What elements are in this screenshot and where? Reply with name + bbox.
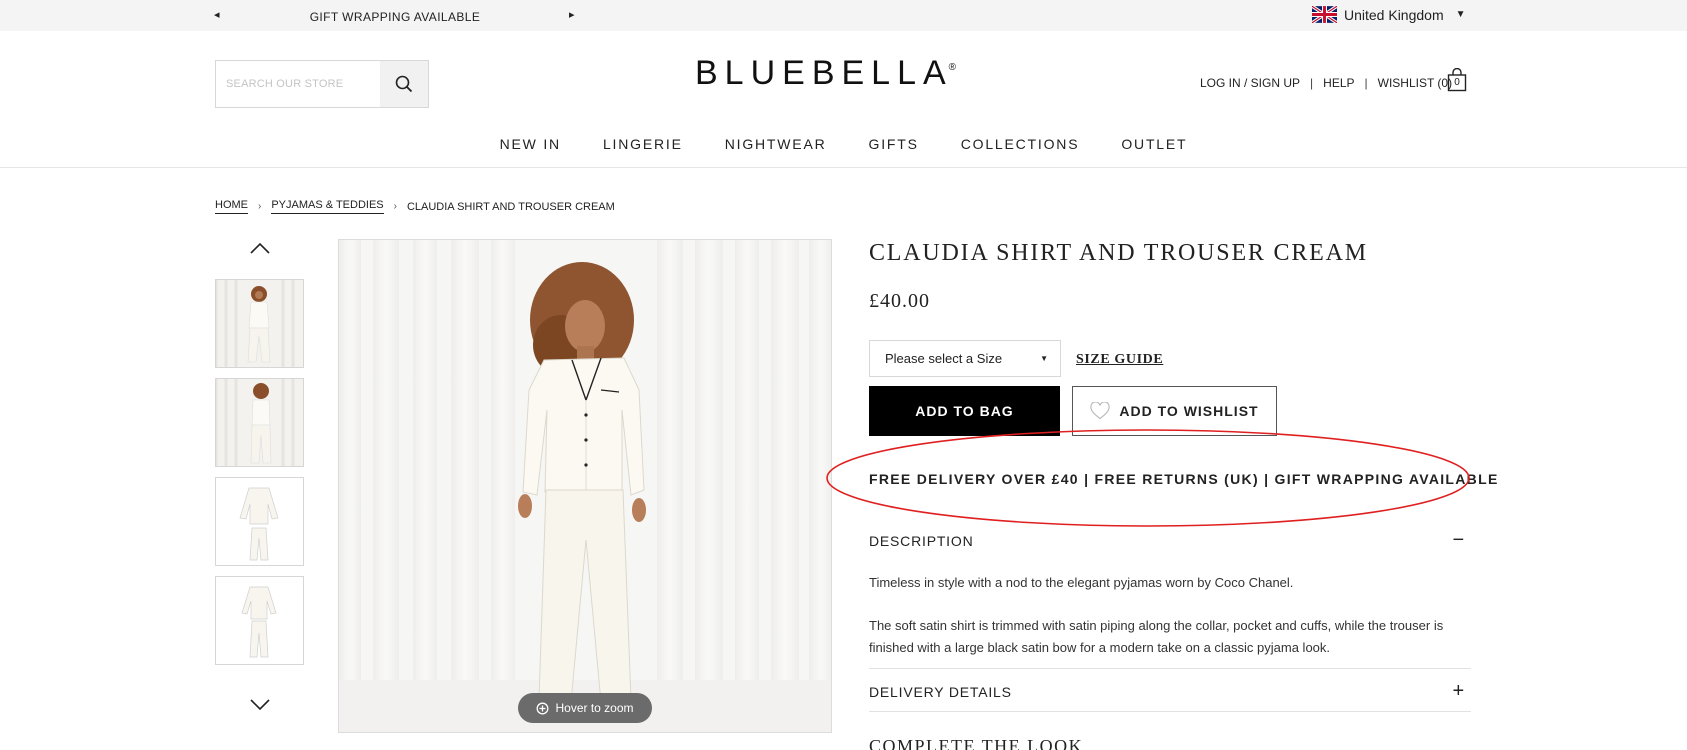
country-selector[interactable]: United Kingdom ▼ xyxy=(1312,6,1466,23)
zoom-hint-label: Hover to zoom xyxy=(555,701,634,715)
nav-outlet[interactable]: OUTLET xyxy=(1121,136,1187,152)
promo-next-arrow-icon[interactable]: ▸ xyxy=(569,8,575,21)
product-thumbnail-image xyxy=(216,577,303,664)
breadcrumb-home[interactable]: HOME xyxy=(215,199,248,214)
breadcrumb: HOME › PYJAMAS & TEDDIES › CLAUDIA SHIRT… xyxy=(215,199,615,214)
product-thumbnail-image xyxy=(216,280,303,367)
search-button[interactable] xyxy=(380,61,428,107)
search-icon xyxy=(395,75,413,93)
add-to-wishlist-label: ADD TO WISHLIST xyxy=(1119,403,1259,419)
chevron-down-icon: ▼ xyxy=(1455,9,1466,20)
product-thumbnail-1[interactable] xyxy=(215,279,304,368)
product-photo xyxy=(339,240,831,732)
main-navigation: NEW IN LINGERIE NIGHTWEAR GIFTS COLLECTI… xyxy=(0,136,1687,152)
zoom-icon xyxy=(537,702,549,714)
delivery-details-accordion-header[interactable]: DELIVERY DETAILS + xyxy=(869,680,1471,706)
brand-logo[interactable]: BLUEBELLA® xyxy=(695,54,995,93)
chevron-down-icon xyxy=(250,699,270,711)
product-thumbnail-2[interactable] xyxy=(215,378,304,467)
search-input[interactable] xyxy=(216,61,381,107)
main-product-image[interactable] xyxy=(338,239,832,733)
description-title: DESCRIPTION xyxy=(869,533,974,549)
chevron-up-icon xyxy=(250,242,270,254)
size-guide-link[interactable]: SIZE GUIDE xyxy=(1076,352,1163,368)
plus-icon: + xyxy=(1452,680,1465,702)
divider xyxy=(869,711,1471,712)
nav-new-in[interactable]: NEW IN xyxy=(500,136,561,152)
promo-message: GIFT WRAPPING AVAILABLE xyxy=(309,10,481,24)
heart-icon xyxy=(1090,402,1111,420)
nav-collections[interactable]: COLLECTIONS xyxy=(961,136,1080,152)
description-paragraph: Timeless in style with a nod to the eleg… xyxy=(869,575,1294,590)
product-thumbnail-4[interactable] xyxy=(215,576,304,665)
size-select-value: Please select a Size xyxy=(885,351,1003,366)
thumbnail-scroll-down-button[interactable] xyxy=(248,697,272,713)
chevron-right-icon: › xyxy=(258,201,262,212)
shopping-bag-button[interactable]: 0 xyxy=(1447,67,1467,92)
chevron-down-icon: ▼ xyxy=(1040,354,1048,363)
product-price: £40.00 xyxy=(869,290,930,312)
search-box xyxy=(215,60,429,108)
promo-bar: ◂ GIFT WRAPPING AVAILABLE ▸ United Kingd… xyxy=(0,0,1687,31)
nav-nightwear[interactable]: NIGHTWEAR xyxy=(725,136,827,152)
description-paragraph: The soft satin shirt is trimmed with sat… xyxy=(869,618,1444,655)
separator: | xyxy=(1364,76,1368,90)
country-label: United Kingdom xyxy=(1344,6,1444,23)
breadcrumb-current: CLAUDIA SHIRT AND TROUSER CREAM xyxy=(406,200,615,213)
description-accordion-header[interactable]: DESCRIPTION − xyxy=(869,529,1471,555)
nav-gifts[interactable]: GIFTS xyxy=(869,136,919,152)
uk-flag-icon xyxy=(1312,6,1337,23)
size-select[interactable]: Please select a Size ▼ xyxy=(869,340,1061,377)
product-thumbnail-image xyxy=(216,379,303,466)
product-thumbnail-image xyxy=(216,478,303,565)
minus-icon: − xyxy=(1452,529,1465,551)
promo-prev-arrow-icon[interactable]: ◂ xyxy=(214,8,220,21)
bag-count: 0 xyxy=(1454,77,1460,88)
wishlist-link[interactable]: WISHLIST (0) xyxy=(1378,76,1452,90)
breadcrumb-category[interactable]: PYJAMAS & TEDDIES xyxy=(271,199,384,214)
delivery-details-title: DELIVERY DETAILS xyxy=(869,684,1012,700)
product-thumbnail-3[interactable] xyxy=(215,477,304,566)
complete-the-look-heading: COMPLETE THE LOOK xyxy=(869,736,1084,750)
separator: | xyxy=(1310,76,1314,90)
logo-text: BLUEBELLA xyxy=(695,54,953,92)
registered-mark: ® xyxy=(948,62,957,73)
login-link[interactable]: LOG IN / SIGN UP xyxy=(1200,76,1300,90)
help-link[interactable]: HELP xyxy=(1323,76,1354,90)
product-title: CLAUDIA SHIRT AND TROUSER CREAM xyxy=(869,240,1368,266)
hover-to-zoom-hint[interactable]: Hover to zoom xyxy=(518,693,652,723)
annotation-ellipse xyxy=(826,429,1470,527)
divider xyxy=(869,668,1471,669)
nav-lingerie[interactable]: LINGERIE xyxy=(603,136,683,152)
account-links: LOG IN / SIGN UP | HELP | WISHLIST (0) xyxy=(1200,76,1452,90)
chevron-right-icon: › xyxy=(393,201,397,212)
thumbnail-scroll-up-button[interactable] xyxy=(248,240,272,256)
divider xyxy=(0,167,1687,168)
